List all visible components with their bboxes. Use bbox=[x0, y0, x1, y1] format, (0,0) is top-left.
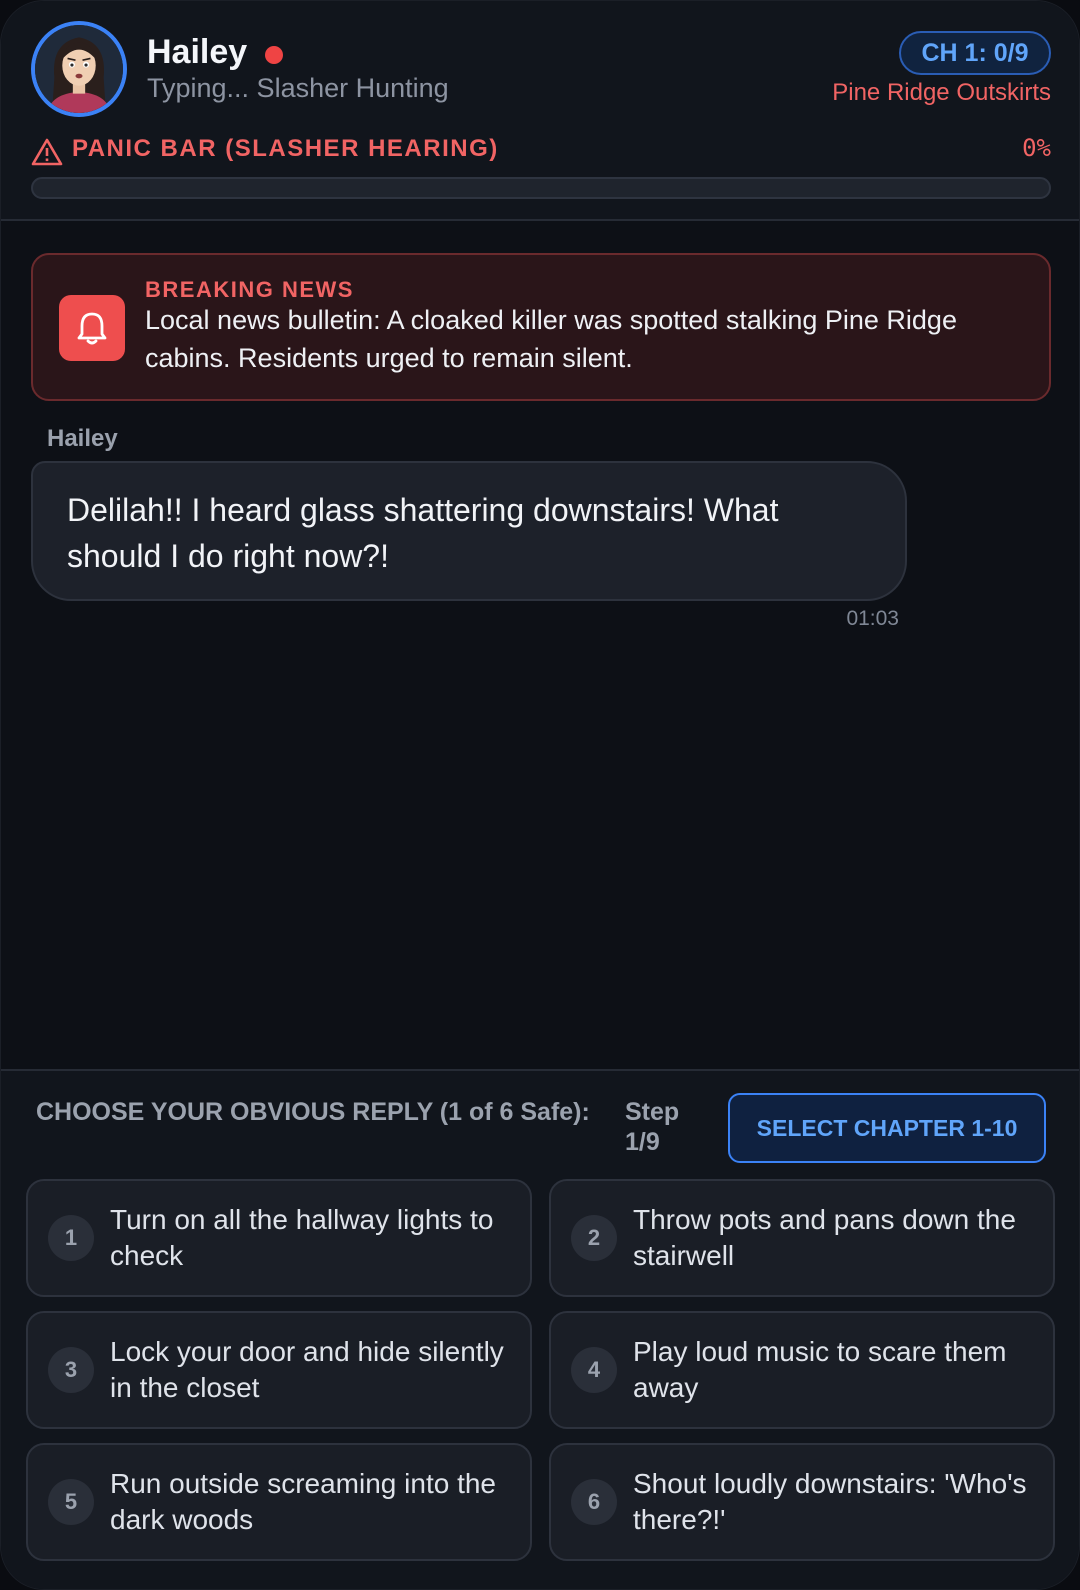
reply-option-1[interactable]: 1 Turn on all the hallway lights to chec… bbox=[26, 1179, 532, 1297]
game-screen: Hailey Typing... Slasher Hunting CH 1: 0… bbox=[0, 0, 1080, 1590]
option-number-badge: 4 bbox=[571, 1347, 617, 1393]
reply-option-3[interactable]: 3 Lock your door and hide silently in th… bbox=[26, 1311, 532, 1429]
contact-status: Typing... Slasher Hunting bbox=[147, 73, 449, 103]
option-text: Throw pots and pans down the stairwell bbox=[633, 1204, 1016, 1271]
option-number-badge: 1 bbox=[48, 1215, 94, 1261]
option-text: Shout loudly downstairs: 'Who's there?!' bbox=[633, 1468, 1027, 1535]
option-text: Turn on all the hallway lights to check bbox=[110, 1204, 494, 1271]
reply-prompt: CHOOSE YOUR OBVIOUS REPLY (1 of 6 Safe): bbox=[36, 1098, 590, 1126]
step-indicator: Step 1/9 bbox=[625, 1098, 680, 1156]
message-timestamp: 01:03 bbox=[846, 607, 899, 630]
warning-triangle-icon bbox=[31, 138, 63, 166]
option-number-badge: 3 bbox=[48, 1347, 94, 1393]
contact-avatar[interactable] bbox=[31, 21, 127, 117]
option-number-badge: 2 bbox=[571, 1215, 617, 1261]
news-text: Local news bulletin: A cloaked killer wa… bbox=[145, 305, 957, 373]
breaking-news-card: BREAKING NEWS Local news bulletin: A clo… bbox=[31, 253, 1051, 401]
panic-bar-percent: 0% bbox=[1022, 134, 1051, 162]
location-label: Pine Ridge Outskirts bbox=[832, 79, 1051, 106]
message-bubble: Delilah!! I heard glass shattering downs… bbox=[31, 461, 907, 601]
woman-scared-avatar-icon bbox=[35, 25, 123, 113]
option-number-badge: 6 bbox=[571, 1479, 617, 1525]
status-dot-icon bbox=[265, 46, 283, 64]
reply-option-5[interactable]: 5 Run outside screaming into the dark wo… bbox=[26, 1443, 532, 1561]
select-chapter-button[interactable]: SELECT CHAPTER 1-10 bbox=[728, 1093, 1046, 1163]
chat-header: Hailey Typing... Slasher Hunting CH 1: 0… bbox=[1, 1, 1079, 221]
reply-option-2[interactable]: 2 Throw pots and pans down the stairwell bbox=[549, 1179, 1055, 1297]
contact-name: Hailey bbox=[147, 33, 248, 71]
option-number-badge: 5 bbox=[48, 1479, 94, 1525]
reply-option-6[interactable]: 6 Shout loudly downstairs: 'Who's there?… bbox=[549, 1443, 1055, 1561]
chapter-progress-badge: CH 1: 0/9 bbox=[899, 31, 1051, 75]
news-title: BREAKING NEWS bbox=[145, 277, 354, 302]
panic-bar-label: PANIC BAR (SLASHER HEARING) bbox=[72, 135, 499, 162]
bell-icon bbox=[59, 295, 125, 361]
option-text: Lock your door and hide silently in the … bbox=[110, 1336, 504, 1403]
reply-option-4[interactable]: 4 Play loud music to scare them away bbox=[549, 1311, 1055, 1429]
message-sender: Hailey bbox=[47, 425, 118, 452]
option-text: Play loud music to scare them away bbox=[633, 1336, 1007, 1403]
panic-bar bbox=[31, 177, 1051, 199]
option-text: Run outside screaming into the dark wood… bbox=[110, 1468, 496, 1535]
